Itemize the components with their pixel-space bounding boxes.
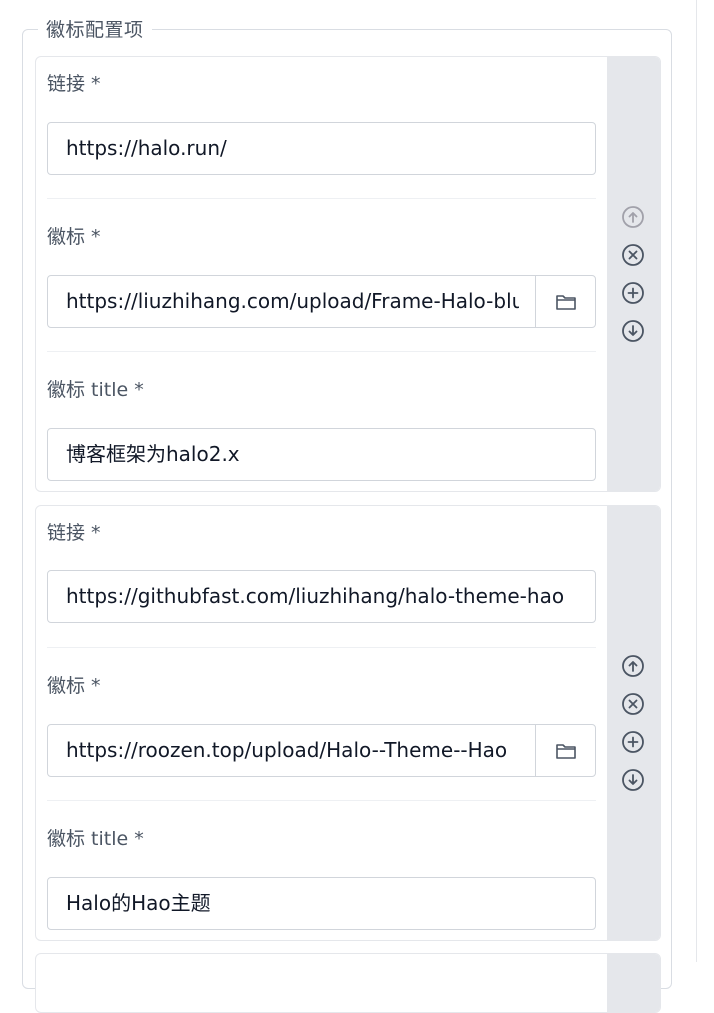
arrow-up-circle-icon (622, 206, 644, 228)
divider (47, 800, 596, 801)
icon-label: 徽标 * (47, 226, 101, 248)
move-down-button[interactable] (620, 767, 646, 793)
plus-circle-icon (622, 282, 644, 304)
title-label: 徽标 title * (47, 379, 144, 401)
badge-item-body: 链接 * https://halo.run/ 徽标 * https://liuzhi… (36, 57, 608, 491)
badge-item-3 (35, 953, 661, 1013)
close-circle-icon (622, 244, 644, 266)
title-label: 徽标 title * (47, 828, 144, 850)
folder-icon (555, 743, 576, 759)
item-controls-panel (607, 506, 660, 940)
item-controls-panel (607, 954, 660, 1012)
link-label: 链接 * (47, 522, 101, 544)
title-input[interactable]: Halo的Hao主题 (47, 877, 596, 930)
move-up-button[interactable] (620, 204, 646, 230)
folder-browse-button[interactable] (535, 276, 595, 327)
icon-input[interactable]: https://liuzhihang.com/upload/Frame-Halo… (47, 275, 596, 328)
arrow-down-circle-icon (622, 320, 644, 342)
close-circle-icon (622, 693, 644, 715)
folder-browse-button[interactable] (535, 725, 595, 776)
plus-circle-icon (622, 731, 644, 753)
link-input-value: https://githubfast.com/liuzhihang/halo-t… (66, 584, 565, 608)
link-input[interactable]: https://githubfast.com/liuzhihang/halo-t… (47, 570, 596, 623)
remove-button[interactable] (620, 242, 646, 268)
divider (47, 647, 596, 648)
folder-icon (555, 294, 576, 310)
add-button[interactable] (620, 280, 646, 306)
title-input[interactable]: 博客框架为halo2.x (47, 428, 596, 481)
link-input-value: https://halo.run/ (66, 136, 227, 160)
icon-label: 徽标 * (47, 675, 101, 697)
divider (47, 198, 596, 199)
scrollbar-track[interactable] (696, 0, 697, 962)
badge-item-body: 链接 * https://githubfast.com/liuzhihang/ha… (36, 506, 608, 940)
move-up-button[interactable] (620, 653, 646, 679)
title-input-value: 博客框架为halo2.x (66, 442, 240, 466)
link-input[interactable]: https://halo.run/ (47, 122, 596, 175)
badge-item-1: 链接 * https://halo.run/ 徽标 * https://liuzhi… (35, 56, 661, 492)
arrow-down-circle-icon (622, 769, 644, 791)
move-down-button[interactable] (620, 318, 646, 344)
fieldset-legend: 徽标配置项 (38, 17, 152, 43)
badge-item-2: 链接 * https://githubfast.com/liuzhihang/ha… (35, 505, 661, 941)
link-label: 链接 * (47, 73, 101, 95)
icon-input[interactable]: https://roozen.top/upload/Halo--Theme--H… (47, 724, 596, 777)
icon-input-value: https://roozen.top/upload/Halo--Theme--H… (66, 738, 508, 762)
item-controls-panel (607, 57, 660, 491)
add-button[interactable] (620, 729, 646, 755)
icon-input-value: https://liuzhihang.com/upload/Frame-Halo… (66, 289, 519, 313)
divider (47, 351, 596, 352)
arrow-up-circle-icon (622, 655, 644, 677)
remove-button[interactable] (620, 691, 646, 717)
title-input-value: Halo的Hao主题 (66, 891, 211, 915)
